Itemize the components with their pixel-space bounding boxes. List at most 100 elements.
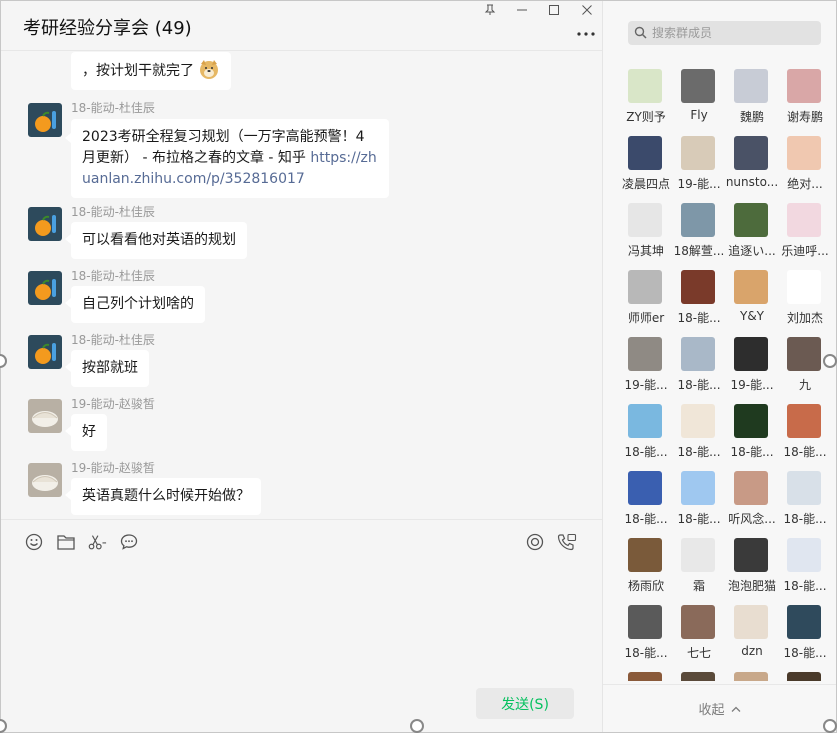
chat-history-button[interactable] bbox=[119, 532, 139, 552]
member-item[interactable]: 刘加杰 bbox=[777, 268, 833, 328]
message-bubble[interactable]: ，按计划干就完了 bbox=[71, 52, 232, 90]
member-item[interactable]: 18解萱... bbox=[671, 201, 727, 261]
member-item[interactable]: 18-能... bbox=[618, 402, 674, 462]
member-item[interactable]: 18-能... bbox=[618, 469, 674, 529]
member-item[interactable]: 追逐い... bbox=[724, 201, 780, 261]
chevron-up-icon bbox=[731, 706, 740, 712]
send-button[interactable]: 发送(S) bbox=[476, 688, 574, 719]
member-item[interactable]: 魏鹏 bbox=[724, 67, 780, 127]
member-item[interactable]: 18-能... bbox=[671, 268, 727, 328]
member-item[interactable]: 绝对... bbox=[777, 134, 833, 194]
member-panel: ZY则予Fly魏鹏谢寿鹏凌晨四点19-能...nunsto...绝对...冯其坤… bbox=[602, 1, 836, 732]
member-item[interactable]: 泡泡肥猫 bbox=[724, 536, 780, 596]
member-avatar bbox=[628, 203, 662, 237]
file-button[interactable] bbox=[56, 532, 76, 552]
member-avatar bbox=[734, 538, 768, 572]
member-item[interactable]: 杨雨欣 bbox=[618, 536, 674, 596]
member-item[interactable] bbox=[618, 670, 674, 681]
message-bubble[interactable]: 自己列个计划啥的 bbox=[71, 286, 205, 323]
member-item[interactable]: 听风念... bbox=[724, 469, 780, 529]
emoji-button[interactable] bbox=[24, 532, 44, 552]
member-item[interactable] bbox=[777, 670, 833, 681]
member-item[interactable]: Fly bbox=[671, 67, 727, 127]
member-item[interactable]: 19-能... bbox=[618, 335, 674, 395]
member-item[interactable]: 师师er bbox=[618, 268, 674, 328]
chat-title: 考研经验分享会 (49) bbox=[23, 18, 192, 39]
chat-pane: 考研经验分享会 (49) ，按计划干就完了 18-能动-杜佳辰 2023考研全程… bbox=[1, 1, 602, 732]
message-text: ，按计划干就完了 bbox=[82, 63, 194, 79]
member-item[interactable]: 七七 bbox=[671, 603, 727, 663]
message-bubble[interactable]: 好 bbox=[71, 414, 107, 451]
maximize-button[interactable] bbox=[539, 1, 569, 19]
member-item[interactable] bbox=[724, 670, 780, 681]
member-item[interactable]: 冯其坤 bbox=[618, 201, 674, 261]
sender-name: 18-能动-杜佳辰 bbox=[71, 101, 155, 115]
member-item[interactable]: 谢寿鹏 bbox=[777, 67, 833, 127]
scissors-icon bbox=[88, 535, 107, 550]
member-avatar bbox=[787, 471, 821, 505]
avatar[interactable] bbox=[28, 207, 62, 241]
member-item[interactable] bbox=[671, 670, 727, 681]
member-item[interactable]: 18-能... bbox=[777, 603, 833, 663]
emoji-icon bbox=[25, 533, 43, 551]
member-avatar bbox=[734, 605, 768, 639]
avatar[interactable] bbox=[28, 103, 62, 137]
member-search-input[interactable] bbox=[652, 21, 817, 45]
message-text: 自己列个计划啥的 bbox=[82, 296, 194, 312]
resize-handle-bottom-right[interactable] bbox=[823, 719, 837, 733]
more-options-button[interactable] bbox=[575, 27, 597, 41]
member-item[interactable]: 18-能... bbox=[671, 335, 727, 395]
minimize-icon bbox=[517, 9, 527, 11]
screenshot-button[interactable] bbox=[87, 532, 107, 552]
member-item[interactable]: 18-能... bbox=[777, 536, 833, 596]
message-bubble[interactable]: 按部就班 bbox=[71, 350, 149, 387]
message-bubble[interactable]: 2023考研全程复习规划（一万字高能预警！4月更新） - 布拉格之春的文章 - … bbox=[71, 119, 389, 198]
live-button[interactable] bbox=[525, 532, 545, 552]
member-item[interactable]: 19-能... bbox=[671, 134, 727, 194]
minimize-button[interactable] bbox=[507, 1, 537, 19]
member-item[interactable]: 18-能... bbox=[618, 603, 674, 663]
member-item[interactable]: 霜 bbox=[671, 536, 727, 596]
more-icon bbox=[577, 32, 595, 36]
avatar[interactable] bbox=[28, 399, 62, 433]
maximize-icon bbox=[549, 5, 559, 15]
input-toolbar bbox=[1, 519, 602, 563]
member-item[interactable]: Y&Y bbox=[724, 268, 780, 328]
member-name: 18-能... bbox=[783, 512, 827, 526]
member-item[interactable]: nunsto... bbox=[724, 134, 780, 194]
avatar[interactable] bbox=[28, 335, 62, 369]
member-grid: ZY则予 Fly 魏鹏 谢寿鹏 凌晨四点 19-能... nunsto... 绝对... 冯其坤… bbox=[603, 67, 836, 681]
member-avatar bbox=[734, 672, 768, 681]
member-item[interactable]: dzn bbox=[724, 603, 780, 663]
resize-handle-right[interactable] bbox=[823, 354, 837, 368]
member-item[interactable]: 18-能... bbox=[671, 469, 727, 529]
avatar[interactable] bbox=[28, 271, 62, 305]
close-button[interactable] bbox=[572, 1, 602, 19]
member-item[interactable]: 18-能... bbox=[671, 402, 727, 462]
message-list[interactable]: ，按计划干就完了 18-能动-杜佳辰 2023考研全程复习规划（一万字高能预警！… bbox=[1, 52, 602, 518]
resize-handle-bottom[interactable] bbox=[410, 719, 424, 733]
member-avatar bbox=[787, 136, 821, 170]
member-item[interactable]: 乐迪呼... bbox=[777, 201, 833, 261]
member-avatar bbox=[787, 203, 821, 237]
member-avatar bbox=[628, 404, 662, 438]
message-bubble[interactable]: 英语真题什么时候开始做？ bbox=[71, 478, 261, 515]
member-avatar bbox=[734, 203, 768, 237]
close-icon bbox=[582, 5, 592, 15]
message-bubble[interactable]: 可以看看他对英语的规划 bbox=[71, 222, 247, 259]
member-item[interactable]: 18-能... bbox=[777, 402, 833, 462]
member-item[interactable]: ZY则予 bbox=[618, 67, 674, 127]
voice-call-button[interactable] bbox=[557, 532, 577, 552]
avatar[interactable] bbox=[28, 463, 62, 497]
member-item[interactable]: 凌晨四点 bbox=[618, 134, 674, 194]
member-avatar bbox=[734, 136, 768, 170]
member-avatar bbox=[734, 471, 768, 505]
member-item[interactable]: 19-能... bbox=[724, 335, 780, 395]
pin-button[interactable] bbox=[475, 1, 505, 19]
member-item[interactable]: 18-能... bbox=[777, 469, 833, 529]
member-avatar bbox=[628, 471, 662, 505]
collapse-button[interactable]: 收起 bbox=[603, 684, 836, 732]
member-item[interactable]: 18-能... bbox=[724, 402, 780, 462]
orange-avatar-icon bbox=[28, 335, 62, 369]
member-search-box[interactable] bbox=[628, 21, 821, 45]
